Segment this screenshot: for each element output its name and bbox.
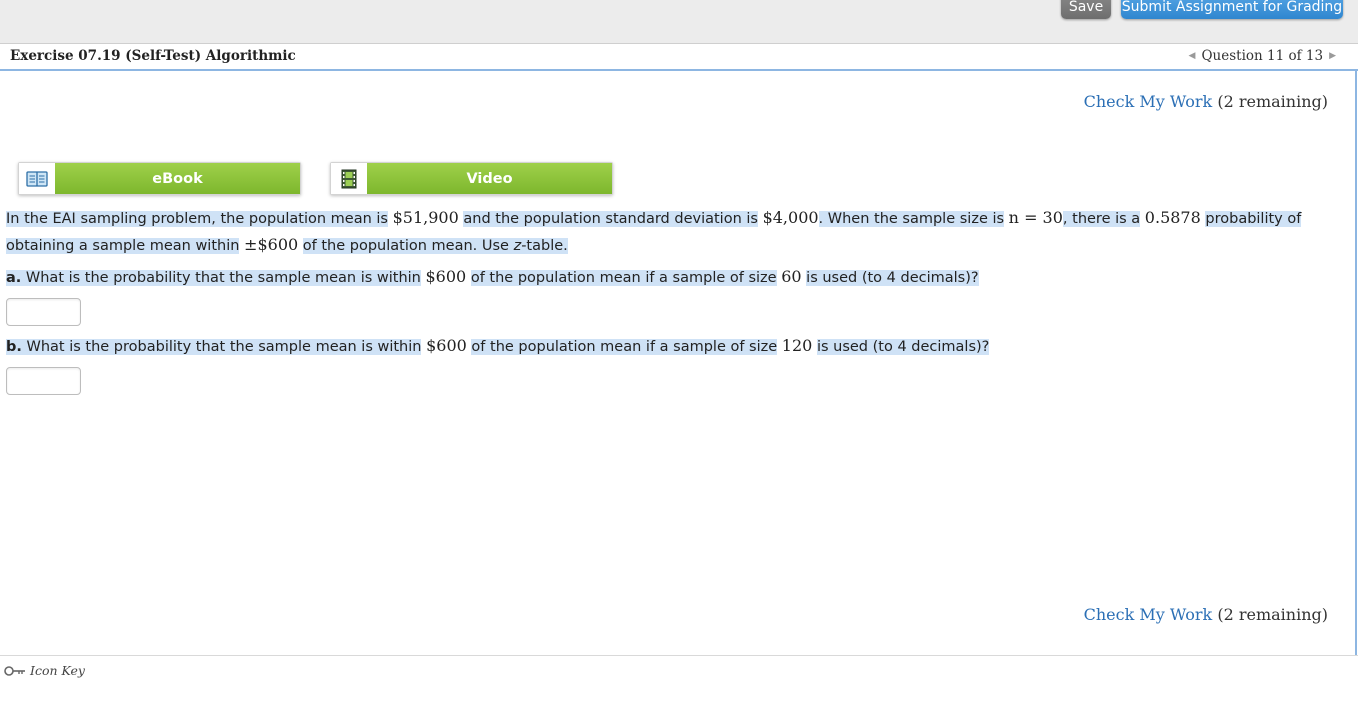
book-icon xyxy=(19,163,55,194)
top-toolbar: Save Submit Assignment for Grading xyxy=(0,0,1358,44)
icon-key-link[interactable]: Icon Key xyxy=(4,663,85,678)
content-frame-border xyxy=(1355,71,1357,656)
ebook-button[interactable]: eBook xyxy=(18,162,301,195)
part-a-question: a. What is the probability that the samp… xyxy=(6,264,1352,291)
remaining-count: (2 remaining) xyxy=(1217,92,1328,111)
within-amount: ±$600 xyxy=(244,235,299,254)
part-b-text: What is the probability that the sample … xyxy=(26,339,422,355)
part-b-answer-input[interactable] xyxy=(6,367,81,395)
question-intro: In the EAI sampling problem, the populat… xyxy=(6,205,1352,259)
sample-size-expression: n = 30 xyxy=(1008,208,1063,227)
part-a-text: of the population mean if a sample of si… xyxy=(470,270,777,286)
intro-text: of the population mean. Use xyxy=(302,238,509,254)
population-mean-value: $51,900 xyxy=(392,208,459,227)
ebook-label: eBook xyxy=(55,163,300,194)
question-counter: Question 11 of 13 xyxy=(1201,48,1324,64)
save-button-label: Save xyxy=(1068,0,1104,15)
save-button[interactable]: Save xyxy=(1061,0,1111,19)
part-a-amount: $600 xyxy=(425,267,467,286)
intro-text: -table. xyxy=(521,238,568,254)
video-button[interactable]: Video xyxy=(330,162,613,195)
intro-text: In the EAI sampling problem, the populat… xyxy=(6,211,388,227)
triangle-right-icon[interactable]: ▶ xyxy=(1329,51,1336,61)
film-icon xyxy=(331,163,367,194)
part-a-label: a. xyxy=(6,270,22,286)
submit-assignment-button[interactable]: Submit Assignment for Grading xyxy=(1121,0,1343,19)
question-navigation: ◀ Question 11 of 13 ▶ xyxy=(1189,48,1336,64)
intro-text: . When the sample size is xyxy=(818,211,1005,227)
part-b-label: b. xyxy=(6,339,22,355)
exercise-title: Exercise 07.19 (Self-Test) Algorithmic xyxy=(10,48,296,64)
part-a-answer-input[interactable] xyxy=(6,298,81,326)
key-icon xyxy=(4,665,25,676)
part-b-amount: $600 xyxy=(426,336,467,355)
check-my-work-link[interactable]: Check My Work xyxy=(1084,92,1213,111)
part-a-size: 60 xyxy=(781,267,802,286)
probability-value: 0.5878 xyxy=(1144,208,1201,227)
exercise-header: Exercise 07.19 (Self-Test) Algorithmic ◀… xyxy=(0,44,1358,71)
check-my-work-bottom: Check My Work (2 remaining) xyxy=(1084,605,1328,624)
footer: Icon Key xyxy=(0,655,1358,720)
check-my-work-top: Check My Work (2 remaining) xyxy=(1084,92,1328,111)
check-my-work-link[interactable]: Check My Work xyxy=(1084,605,1213,624)
intro-text: and the population standard deviation is xyxy=(463,211,758,227)
remaining-count: (2 remaining) xyxy=(1217,605,1328,624)
icon-key-label: Icon Key xyxy=(30,663,85,678)
video-label: Video xyxy=(367,163,612,194)
part-b-text: is used (to 4 decimals)? xyxy=(816,339,990,355)
triangle-left-icon[interactable]: ◀ xyxy=(1189,51,1196,61)
part-a-text: What is the probability that the sample … xyxy=(25,270,421,286)
population-sd-value: $4,000 xyxy=(762,208,819,227)
part-b-size: 120 xyxy=(781,336,813,355)
intro-text: , there is a xyxy=(1062,211,1141,227)
submit-button-label: Submit Assignment for Grading xyxy=(1121,0,1343,15)
part-a-text: is used (to 4 decimals)? xyxy=(806,270,979,286)
part-b-text: of the population mean if a sample of si… xyxy=(471,339,778,355)
part-b-question: b. What is the probability that the samp… xyxy=(6,333,1352,360)
